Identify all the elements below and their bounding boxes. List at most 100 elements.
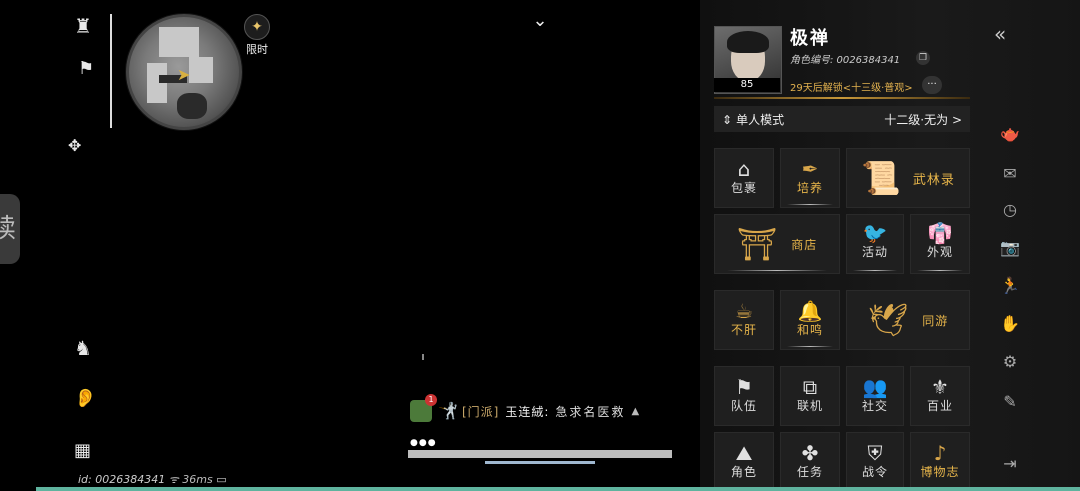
tile-label: 任务 — [796, 465, 823, 479]
hand-icon[interactable]: ✋ — [996, 314, 1024, 333]
ping-value: 36ms — [182, 473, 213, 486]
gear-icon[interactable]: ⚙ — [996, 352, 1024, 371]
pose-icon[interactable]: 🤺 — [438, 401, 458, 421]
chat-scroll-indicator — [485, 461, 595, 464]
chat-sender: 玉连絨: — [505, 404, 550, 419]
bottom-accent-bar — [36, 487, 1080, 491]
limited-icon: ✦ — [244, 14, 270, 40]
tile-tongyou[interactable]: 🕊 同游 — [846, 290, 970, 350]
ear-icon[interactable]: 👂 — [74, 390, 96, 408]
chat-expand-icon[interactable]: ▲ — [631, 406, 639, 417]
mode-label: 单人模式 — [736, 112, 785, 127]
bag-icon: ⌂ — [737, 157, 751, 181]
role-id: 角色编号: 0026384341 — [790, 55, 901, 66]
tile-label: 联机 — [796, 399, 823, 413]
exit-icon[interactable]: ⇥ — [996, 454, 1024, 473]
tile-label: 活动 — [861, 245, 888, 259]
minimap[interactable]: ➤ — [126, 14, 242, 130]
robe-icon: 👘 — [927, 221, 953, 245]
tile-shop[interactable]: ⛩ 商店 — [714, 214, 840, 274]
side-tab-label: 续 — [0, 214, 16, 244]
figure-icon[interactable]: 🏃 — [996, 276, 1024, 295]
tile-online[interactable]: ⧉ 联机 — [780, 366, 840, 426]
limited-event-button[interactable]: ✦ 限时 — [242, 14, 272, 56]
tile-label: 培养 — [796, 181, 823, 195]
camera-icon[interactable]: 📷 — [996, 238, 1024, 257]
tile-appearance[interactable]: 👘 外观 — [910, 214, 970, 274]
switch-icon: ⇕ — [722, 112, 733, 127]
tile-museum[interactable]: ♪ 博物志 — [910, 432, 970, 491]
tile-label: 武林录 — [912, 172, 955, 188]
flag-icon[interactable]: ⚑ — [78, 60, 94, 78]
teapot-icon[interactable]: 🫖 — [996, 124, 1024, 143]
tile-bag[interactable]: ⌂ 包裹 — [714, 148, 774, 208]
tile-buyu[interactable]: ☕ 不肝 — [714, 290, 774, 350]
tile-social[interactable]: 👥 社交 — [846, 366, 904, 426]
expand-chevron-icon[interactable]: ⌄ — [528, 10, 552, 32]
chat-preview[interactable]: 1 🤺 [门派] 玉连絨: 急求名医救 ▲ — [410, 394, 639, 424]
collapse-icon[interactable]: « — [994, 22, 1006, 46]
limited-label: 限时 — [246, 43, 268, 56]
tile-label: 百业 — [926, 399, 953, 413]
chat-channel: [门派] — [462, 404, 500, 419]
chat-message: 急求名医救 — [555, 404, 626, 419]
copy-icon[interactable]: ❐ — [916, 51, 930, 65]
tile-team[interactable]: ⚑ 队伍 — [714, 366, 774, 426]
brush-icon: ✒ — [801, 157, 819, 181]
tile-label: 不肝 — [730, 323, 757, 337]
people-icon: 👥 — [862, 375, 888, 399]
tile-guild[interactable]: ⛨ 战令 — [846, 432, 904, 491]
tile-label: 同游 — [922, 313, 949, 328]
bell-icon: 🔔 — [797, 299, 823, 323]
chat-avatar[interactable]: 1 — [410, 394, 437, 422]
tile-label: 外观 — [926, 245, 953, 259]
cranes-icon: 🕊 — [867, 301, 909, 339]
castle-icon[interactable]: ♜ — [74, 16, 92, 36]
tile-label: 队伍 — [730, 399, 757, 413]
tile-event[interactable]: 🐦 活动 — [846, 214, 904, 274]
tile-cultivate[interactable]: ✒ 培养 — [780, 148, 840, 208]
tile-career[interactable]: ⚜ 百业 — [910, 366, 970, 426]
tile-label: 角色 — [730, 465, 757, 479]
tile-label: 博物志 — [920, 465, 960, 479]
chevron-right-icon: > — [951, 112, 962, 127]
unlock-notice: 29天后解锁<十三级·普观> — [790, 83, 913, 94]
bird-icon: 🐦 — [862, 221, 888, 245]
player-level: 85 — [714, 78, 780, 92]
banner-icon: ⚜ — [931, 375, 949, 399]
shop-icon: ⛩ — [736, 225, 778, 263]
mail-icon[interactable]: ✉ — [996, 164, 1024, 183]
more-button[interactable]: ··· — [922, 76, 942, 94]
player-id: id: 0026384341 — [78, 473, 166, 486]
horse-icon[interactable]: ♞ — [74, 338, 92, 358]
mode-rank: 十二级·无为 — [884, 112, 949, 127]
tile-heming[interactable]: 🔔 和鸣 — [780, 290, 840, 350]
tile-label: 和鸣 — [796, 323, 823, 337]
teacup-icon: ☕ — [735, 299, 753, 323]
battery-icon: ▭ — [216, 473, 227, 486]
tile-label: 商店 — [791, 237, 818, 252]
minimap-divider — [110, 14, 112, 128]
player-arrow-icon: ➤ — [177, 65, 191, 84]
mode-selector[interactable]: ⇕ 单人模式 十二级·无为 > — [714, 106, 970, 132]
tile-task[interactable]: ✤ 任务 — [780, 432, 840, 491]
divider — [714, 97, 970, 99]
tile-role[interactable]: ⛰ 角色 — [714, 432, 774, 491]
hat-icon: ⛰ — [735, 441, 753, 465]
chat-badge: 1 — [425, 394, 437, 406]
clock-icon[interactable]: ◷ — [996, 200, 1024, 219]
link-icon: ⧉ — [802, 375, 818, 399]
compass-icon[interactable]: ✥ — [68, 138, 81, 154]
grid-menu-icon[interactable]: ▦ — [74, 442, 91, 460]
tile-label: 包裹 — [730, 181, 757, 195]
tile-label: 战令 — [861, 465, 888, 479]
edit-icon[interactable]: ✎ — [996, 392, 1024, 411]
side-tab[interactable]: 续 — [0, 194, 20, 264]
shield-icon: ⛨ — [867, 441, 883, 465]
tile-label: 社交 — [861, 399, 888, 413]
tile-wulin[interactable]: 📜 武林录 — [846, 148, 970, 208]
wifi-icon: ᯤ — [168, 473, 179, 486]
chat-input-bar[interactable] — [408, 450, 672, 458]
status-line: id: 0026384341 ᯤ 36ms ▭ — [78, 472, 227, 487]
chat-typing-dots: ●●● — [410, 438, 437, 448]
